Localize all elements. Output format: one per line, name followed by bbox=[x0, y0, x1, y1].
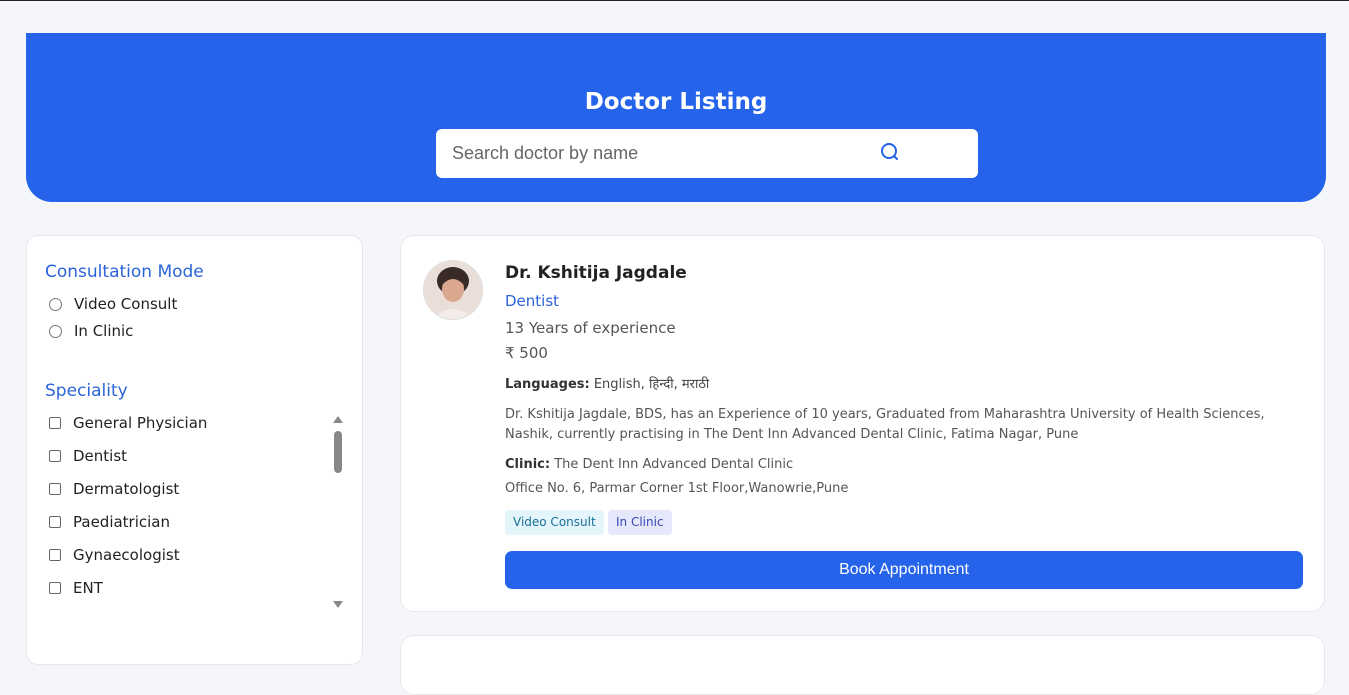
radio-button[interactable] bbox=[49, 324, 62, 338]
checkbox-label: ENT bbox=[73, 579, 103, 597]
checkbox-gynaecologist[interactable]: Gynaecologist bbox=[49, 544, 180, 566]
speciality-scrollbar[interactable] bbox=[332, 414, 344, 610]
checkbox-label: Gynaecologist bbox=[73, 546, 180, 564]
radio-in-clinic[interactable]: In Clinic bbox=[49, 320, 133, 342]
checkbox-paediatrician[interactable]: Paediatrician bbox=[49, 511, 170, 533]
clinic-address: Office No. 6, Parmar Corner 1st Floor,Wa… bbox=[505, 481, 849, 496]
doctor-fee: ₹ 500 bbox=[505, 344, 548, 362]
doctor-card: Dr. Kshitija Jagdale Dentist 13 Years of… bbox=[400, 235, 1325, 612]
search-icon bbox=[881, 143, 898, 160]
checkbox-label: Dermatologist bbox=[73, 480, 180, 498]
checkbox-general-physician[interactable]: General Physician bbox=[49, 412, 207, 434]
radio-button[interactable] bbox=[49, 297, 62, 311]
checkbox-dermatologist[interactable]: Dermatologist bbox=[49, 478, 179, 500]
checkbox-label: Paediatrician bbox=[73, 513, 171, 531]
badge-video-consult: Video Consult bbox=[505, 510, 604, 535]
scroll-thumb[interactable] bbox=[334, 431, 342, 473]
checkbox-label: General Physician bbox=[73, 414, 208, 432]
scroll-up-arrow-icon[interactable] bbox=[333, 416, 343, 423]
scroll-down-arrow-icon[interactable] bbox=[333, 601, 343, 608]
radio-label: In Clinic bbox=[74, 322, 134, 340]
search-button[interactable] bbox=[876, 139, 904, 167]
languages-value: English, हिन्दी, मराठी bbox=[593, 377, 710, 392]
checkbox[interactable] bbox=[49, 483, 61, 495]
doctor-languages: Languages: English, हिन्दी, मराठी bbox=[505, 374, 709, 392]
checkbox-label: Dentist bbox=[73, 447, 128, 465]
speciality-title: Speciality bbox=[45, 381, 128, 401]
checkbox[interactable] bbox=[49, 549, 61, 561]
badge-in-clinic: In Clinic bbox=[608, 510, 672, 535]
doctor-card-next bbox=[400, 635, 1325, 695]
doctor-speciality: Dentist bbox=[505, 292, 560, 310]
doctor-clinic: Clinic: The Dent Inn Advanced Dental Cli… bbox=[505, 457, 793, 472]
doctor-avatar bbox=[423, 260, 483, 320]
doctor-name: Dr. Kshitija Jagdale bbox=[505, 263, 687, 283]
languages-label: Languages: bbox=[505, 377, 590, 392]
doctor-about: Dr. Kshitija Jagdale, BDS, has an Experi… bbox=[505, 407, 1265, 442]
doctor-experience: 13 Years of experience bbox=[505, 319, 676, 337]
filter-sidebar: Consultation Mode Video Consult In Clini… bbox=[26, 235, 363, 665]
checkbox[interactable] bbox=[49, 417, 61, 429]
consultation-mode-title: Consultation Mode bbox=[45, 262, 204, 282]
header-banner: Doctor Listing bbox=[26, 33, 1326, 202]
clinic-label: Clinic: bbox=[505, 457, 551, 472]
checkbox-dentist[interactable]: Dentist bbox=[49, 445, 127, 467]
search-bar bbox=[436, 129, 978, 178]
checkbox[interactable] bbox=[49, 516, 61, 528]
checkbox-ent[interactable]: ENT bbox=[49, 577, 103, 599]
book-appointment-button[interactable]: Book Appointment bbox=[505, 551, 1303, 589]
page-title: Doctor Listing bbox=[584, 89, 768, 115]
checkbox[interactable] bbox=[49, 450, 61, 462]
radio-label: Video Consult bbox=[74, 295, 178, 313]
clinic-name: The Dent Inn Advanced Dental Clinic bbox=[554, 457, 794, 472]
search-input[interactable] bbox=[436, 129, 866, 178]
radio-video-consult[interactable]: Video Consult bbox=[49, 293, 177, 315]
checkbox[interactable] bbox=[49, 582, 61, 594]
